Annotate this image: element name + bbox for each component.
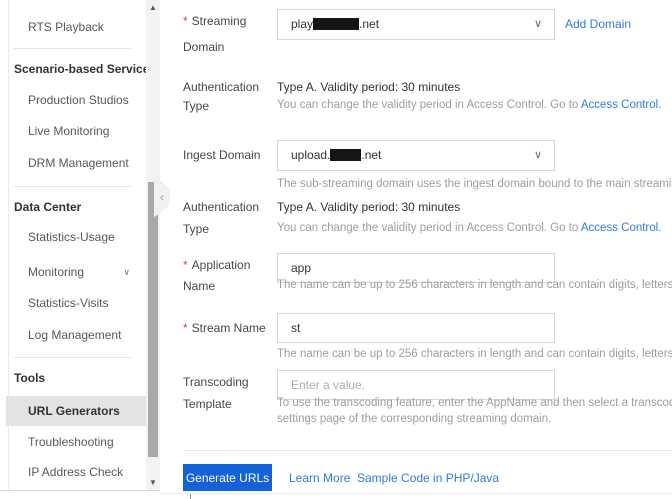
sidebar-item-log-management[interactable]: Log Management [0, 323, 146, 347]
chevron-down-icon: ∨ [533, 149, 542, 161]
transcoding-template-helper-line1: To use the transcoding feature, enter th… [277, 397, 672, 409]
ingest-domain-helper: The sub-streaming domain uses the ingest… [277, 178, 672, 190]
sidebar-item-drm-management[interactable]: DRM Management [0, 151, 146, 175]
sidebar-item-label: Monitoring [28, 265, 85, 279]
required-marker: * [183, 14, 188, 28]
sidebar-item-statistics-usage[interactable]: Statistics-Usage [0, 225, 146, 249]
learn-more-link[interactable]: Learn More [289, 471, 350, 485]
sidebar: RTS Playback Scenario-based Services Pro… [0, 0, 160, 491]
sidebar-item-rts-playback[interactable]: RTS Playback [0, 15, 146, 39]
scrollbar-tick [190, 494, 191, 499]
sidebar-item-troubleshooting[interactable]: Troubleshooting [0, 430, 146, 454]
sidebar-item-production-studios[interactable]: Production Studios [0, 88, 146, 112]
transcoding-template-label-line2: Template [183, 397, 232, 411]
add-domain-link[interactable]: Add Domain [565, 16, 631, 32]
authentication-type-label-line2: Type [183, 222, 210, 236]
url-generators-page: RTS Playback Scenario-based Services Pro… [0, 0, 672, 499]
streaming-domain-label: * Streaming [183, 14, 247, 28]
stream-name-label: * Stream Name [183, 321, 266, 335]
ingest-domain-select[interactable]: upload. .net ∨ [277, 140, 555, 171]
scroll-down-icon[interactable]: ▼ [146, 477, 160, 489]
redacted-text [313, 17, 360, 30]
form-divider [184, 450, 672, 451]
access-control-link[interactable]: Access Control. [581, 99, 662, 111]
ingest-domain-label: Ingest Domain [183, 148, 261, 162]
application-name-helper: The name can be up to 256 characters in … [277, 279, 672, 291]
chevron-down-icon: ∨ [123, 267, 130, 277]
sidebar-item-url-generators[interactable]: URL Generators [6, 396, 146, 426]
authentication-type-value: Type A. Validity period: 30 minutes [277, 200, 461, 214]
authentication-type-label-line2: Type [183, 99, 210, 113]
application-name-label: * Application [183, 258, 251, 272]
authentication-type-label: Authentication [183, 200, 260, 214]
streaming-domain-select[interactable]: play .net ∨ [277, 9, 555, 40]
authentication-type-value: Type A. Validity period: 30 minutes [277, 80, 461, 94]
sidebar-header-scenario-based-services: Scenario-based Services [14, 62, 157, 76]
ingest-domain-value-suffix: .net [361, 148, 382, 162]
sidebar-bottom-border [0, 490, 160, 491]
authentication-type-helper: You can change the validity period in Ac… [277, 222, 662, 234]
streaming-domain-value-suffix: .net [359, 17, 380, 31]
transcoding-template-label: Transcoding [183, 375, 249, 389]
access-control-link[interactable]: Access Control. [581, 222, 662, 234]
transcoding-template-helper-line2: settings page of the corresponding strea… [277, 413, 552, 425]
required-marker: * [183, 258, 188, 272]
sidebar-collapse-button[interactable]: ‹ [154, 177, 170, 217]
sidebar-item-statistics-visits[interactable]: Statistics-Visits [0, 291, 146, 315]
authentication-type-label: Authentication [183, 80, 260, 94]
application-name-label-line2: Name [183, 279, 216, 293]
redacted-text [330, 148, 362, 161]
ingest-domain-value-prefix: upload. [291, 148, 331, 162]
stream-name-helper: The name can be up to 256 characters in … [277, 348, 672, 360]
authentication-type-helper: You can change the validity period in Ac… [277, 99, 662, 111]
scroll-up-icon[interactable]: ▲ [146, 2, 160, 14]
generate-urls-button[interactable]: Generate URLs [183, 464, 272, 491]
stream-name-input[interactable] [277, 313, 555, 343]
chevron-down-icon: ∨ [533, 18, 542, 30]
streaming-domain-label-line2: Domain [183, 40, 225, 54]
sidebar-divider [14, 357, 132, 358]
sidebar-header-tools: Tools [14, 371, 46, 385]
sidebar-item-ip-address-check[interactable]: IP Address Check [0, 460, 146, 484]
content-bottom-border [160, 493, 672, 494]
required-marker: * [183, 321, 188, 335]
sidebar-divider [14, 48, 132, 49]
sidebar-divider [14, 186, 132, 187]
sidebar-item-live-monitoring[interactable]: Live Monitoring [0, 119, 146, 143]
sample-code-link[interactable]: Sample Code in PHP/Java [357, 471, 499, 485]
sidebar-item-monitoring[interactable]: Monitoring ∨ [0, 260, 146, 284]
sidebar-header-data-center: Data Center [14, 200, 82, 214]
sidebar-scrollbar-thumb[interactable] [148, 182, 158, 457]
streaming-domain-value-prefix: play [291, 17, 314, 31]
